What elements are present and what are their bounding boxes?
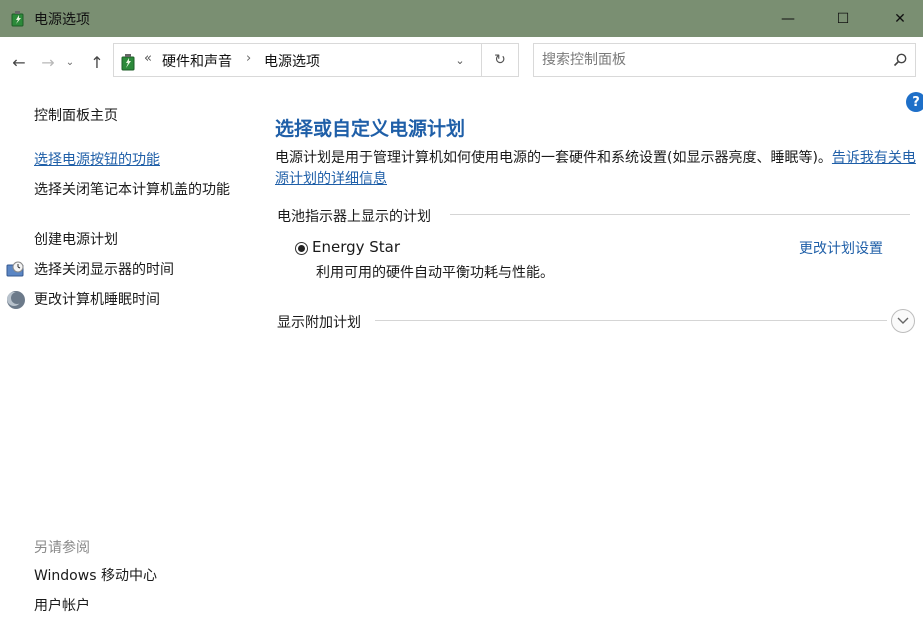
navigation-bar: ← → ⌄ ↑ « 硬件和声音 › 电源选项 ⌄ ↻ <box>0 37 923 87</box>
chevron-down-icon: ⌄ <box>455 53 465 67</box>
power-options-icon <box>8 8 28 28</box>
back-button[interactable]: ← <box>8 51 30 73</box>
minimize-icon: — <box>781 10 795 27</box>
windows-mobility-center-link[interactable]: Windows 移动中心 <box>34 566 157 586</box>
expand-additional-plans-button[interactable] <box>891 309 915 333</box>
refresh-button[interactable]: ↻ <box>490 50 510 70</box>
arrow-right-icon: → <box>41 52 55 72</box>
left-pane: 控制面板主页 选择电源按钮的功能 选择关闭笔记本计算机盖的功能 创建电源计划 选… <box>0 87 250 636</box>
create-power-plan-link[interactable]: 创建电源计划 <box>34 230 118 250</box>
search-icon[interactable] <box>892 52 908 68</box>
choose-display-off-time-link[interactable]: 选择关闭显示器的时间 <box>34 260 174 280</box>
choose-lid-close-link[interactable]: 选择关闭笔记本计算机盖的功能 <box>34 180 239 200</box>
display-clock-icon <box>6 260 26 280</box>
energy-star-radio[interactable] <box>295 242 308 255</box>
breadcrumb-hardware-and-sound[interactable]: 硬件和声音 <box>162 51 232 71</box>
battery-section-divider <box>450 214 910 215</box>
plan-description-paragraph: 电源计划是用于管理计算机如何使用电源的一套硬件和系统设置(如显示器亮度、睡眠等)… <box>275 148 920 190</box>
chevron-down-icon: ⌄ <box>65 56 75 68</box>
arrow-left-icon: ← <box>12 52 26 72</box>
window-title: 电源选项 <box>34 12 90 28</box>
search-box[interactable] <box>533 43 916 77</box>
breadcrumb-overflow-icon[interactable]: « <box>144 51 152 66</box>
plan-description: 利用可用的硬件自动平衡功耗与性能。 <box>316 265 554 281</box>
see-also-header: 另请参阅 <box>34 540 90 556</box>
main-content: ? 选择或自定义电源计划 电源计划是用于管理计算机如何使用电源的一套硬件和系统设… <box>250 87 923 636</box>
power-options-icon <box>117 50 139 72</box>
battery-plans-header: 电池指示器上显示的计划 <box>277 206 439 226</box>
plan-name[interactable]: Energy Star <box>312 238 400 256</box>
control-panel-home-link[interactable]: 控制面板主页 <box>34 106 118 126</box>
title-bar: 电源选项 — ☐ ✕ <box>0 0 923 37</box>
user-accounts-link[interactable]: 用户帐户 <box>34 596 90 616</box>
address-dropdown-button[interactable]: ⌄ <box>450 50 470 70</box>
page-title: 选择或自定义电源计划 <box>275 118 466 140</box>
search-input[interactable] <box>542 50 872 70</box>
refresh-icon: ↻ <box>494 52 506 68</box>
chevron-down-icon <box>897 317 909 324</box>
address-bar[interactable]: « 硬件和声音 › 电源选项 ⌄ ↻ <box>113 43 519 77</box>
maximize-icon: ☐ <box>836 10 850 27</box>
change-sleep-time-link[interactable]: 更改计算机睡眠时间 <box>34 290 160 310</box>
forward-button[interactable]: → <box>37 51 59 73</box>
plan-description-text: 电源计划是用于管理计算机如何使用电源的一套硬件和系统设置(如显示器亮度、睡眠等)… <box>275 150 832 166</box>
maximize-button[interactable]: ☐ <box>820 0 866 37</box>
up-button[interactable]: ↑ <box>86 51 108 73</box>
show-additional-plans-header[interactable]: 显示附加计划 <box>277 312 369 332</box>
help-icon[interactable]: ? <box>906 92 923 112</box>
recent-locations-button[interactable]: ⌄ <box>62 51 78 73</box>
moon-sleep-icon <box>6 290 26 310</box>
minimize-button[interactable]: — <box>765 0 811 37</box>
change-plan-settings-link[interactable]: 更改计划设置 <box>799 238 883 258</box>
close-icon: ✕ <box>894 10 906 27</box>
breadcrumb-separator-icon[interactable]: › <box>246 51 251 66</box>
additional-section-divider <box>375 320 887 321</box>
address-divider <box>481 44 482 76</box>
breadcrumb-power-options[interactable]: 电源选项 <box>264 51 320 71</box>
close-button[interactable]: ✕ <box>877 0 923 37</box>
choose-power-button-link[interactable]: 选择电源按钮的功能 <box>34 150 160 170</box>
arrow-up-icon: ↑ <box>90 52 104 72</box>
